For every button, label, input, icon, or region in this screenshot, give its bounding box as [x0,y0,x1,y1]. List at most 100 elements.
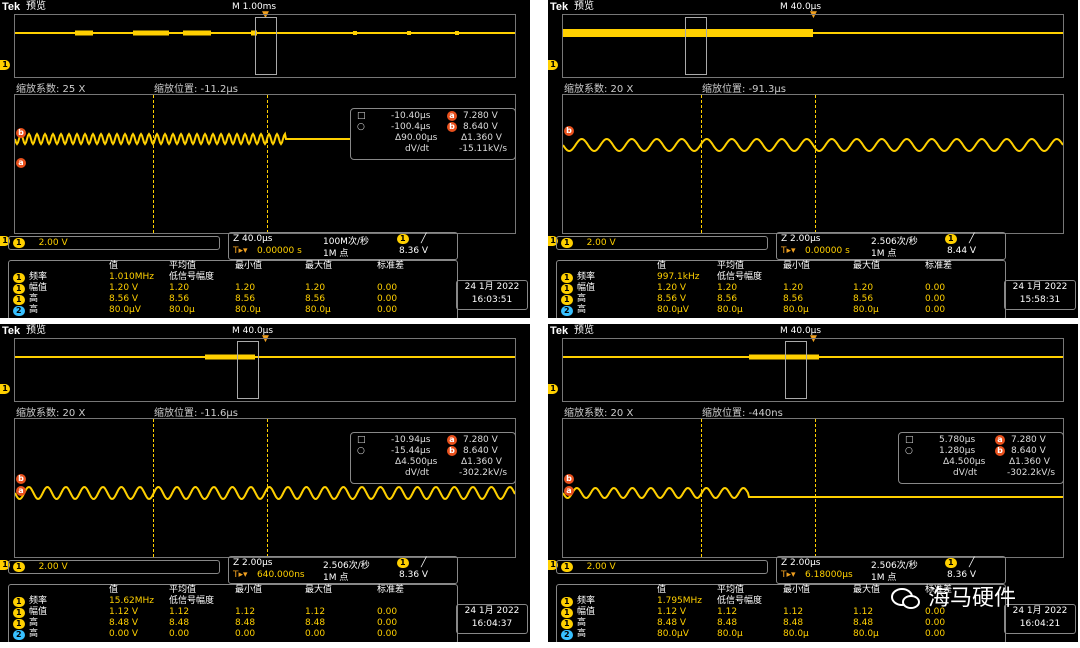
channel-chip: 1 [561,284,573,294]
cursor-b-marker: b [564,126,574,136]
zoom-position-label: 缩放位置: -440ns [702,408,783,419]
measurement-table: 值平均值 最小值 最大值 标准差 低信号幅度 1 频率 1.010MHz 1 幅值 1.20 V 1.… [8,260,458,318]
brand-logo: Tek [2,325,21,337]
date-label: 24 1月 2022 [464,282,520,292]
channel1-chip: 1 [561,238,573,248]
zoom-bar: 缩放系数: 20 X 缩放位置: -11.6μs [14,404,516,419]
measurement-name: 高 [29,305,39,315]
cursor-line-a[interactable] [701,419,702,557]
cursor-time-a: 5.780μs [939,435,976,445]
overview-trace [563,29,1063,37]
measurement-max: 1.20 [853,283,874,293]
column-header: 标准差 [925,261,953,271]
zoom-factor-label: 缩放系数: 20 X [564,84,634,95]
measurement-value: 1.010MHz [109,272,155,282]
measurement-row[interactable]: 1 高 8.56 V 8.56 8.56 8.56 0.00 [13,294,453,305]
delta-time: Δ4.500μs [395,457,438,467]
measurement-name: 高 [29,618,39,628]
dvdt-label: dV/dt [953,468,978,478]
cursor-volt-a: 7.280 V [1011,435,1046,445]
cursor-line-a[interactable] [701,95,702,233]
zoom-box[interactable] [785,341,807,399]
measurement-row[interactable]: 2 高 0.00 V 0.00 0.00 0.00 0.00 [13,629,453,640]
cursor-line-a[interactable] [153,419,154,557]
channel1-scale[interactable]: 1 2.00 V [556,236,768,250]
cursor-b-marker: b [16,128,26,138]
measurement-row[interactable]: 2 高 80.0μV 80.0μ 80.0μ 80.0μ 0.00 [13,305,453,316]
overview-burst [749,354,819,360]
measurement-header: 值 平均值 最小值 最大值 标准差 [561,261,1001,272]
zoom-factor-label: 缩放系数: 20 X [564,408,634,419]
measurement-row[interactable]: 1 高 8.48 V 8.48 8.48 8.48 0.00 [561,618,1001,629]
measurement-row[interactable]: 1 高 8.56 V 8.56 8.56 8.56 0.00 [561,294,1001,305]
zoom-box[interactable] [255,17,277,75]
measurement-mean: 1.12 [169,607,190,617]
trace-path [15,485,515,501]
cursor-line-b[interactable] [267,95,268,233]
delta-time: Δ4.500μs [943,457,986,467]
measurement-mean: 80.0μ [717,305,743,315]
measurement-row[interactable]: 1 频率 15.62MHz [13,596,453,607]
brand-logo: Tek [550,1,569,13]
measurement-row[interactable]: 1 幅值 1.20 V 1.20 1.20 1.20 0.00 [561,283,1001,294]
channel-chip: 1 [561,619,573,629]
channel1-scale[interactable]: 1 2.00 V [8,236,220,250]
zoom-bar: 缩放系数: 20 X 缩放位置: -440ns [562,404,1064,419]
date-time: 24 1月 2022 16:03:51 [456,280,528,310]
measurement-value: 80.0μV [657,305,689,315]
measurement-name: 频率 [577,272,596,282]
measurement-value: 80.0μV [109,305,141,315]
measurement-value: 1.12 V [109,607,139,617]
measurement-min: 8.48 [235,618,256,628]
dvdt-label: dV/dt [405,468,430,478]
measurement-row[interactable]: 1 幅值 1.12 V 1.12 1.12 1.12 0.00 [13,607,453,618]
zoom-box[interactable] [237,341,259,399]
dvdt-value: -302.2kV/s [1007,468,1056,478]
channel1-scale[interactable]: 1 2.00 V [556,560,768,574]
measurement-row[interactable]: 1 高 8.48 V 8.48 8.48 8.48 0.00 [13,618,453,629]
overview-burst [75,30,93,36]
cursor-b-chip: b [447,446,457,456]
cursor-row: dV/dt -15.11kV/s [351,144,515,155]
column-header: 平均值 [717,261,745,271]
cursor-line-b[interactable] [815,419,816,557]
measurement-row[interactable]: 2 高 80.0μV 80.0μ 80.0μ 80.0μ 0.00 [561,629,1001,640]
measurement-row[interactable]: 1 幅值 1.20 V 1.20 1.20 1.20 0.00 [13,283,453,294]
measurement-mean: 1.20 [169,283,190,293]
overview-window [562,14,1064,78]
column-header: 标准差 [377,585,405,595]
zoom-box[interactable] [685,17,707,75]
measurement-mean: 80.0μ [717,629,743,639]
measurement-value: 8.48 V [109,618,139,628]
measurement-row[interactable]: 2 高 80.0μV 80.0μ 80.0μ 80.0μ 0.00 [561,305,1001,316]
measurement-std: 0.00 [925,294,946,304]
cursor-a-chip: a [447,435,457,445]
measurement-name: 高 [29,629,39,639]
measurement-max: 80.0μ [305,305,331,315]
cursor-row: Δ4.500μs Δ1.360 V [899,457,1063,468]
dvdt-value: -15.11kV/s [459,144,508,154]
delta-volt: Δ1.360 V [1009,457,1050,467]
cursor-row: Δ4.500μs Δ1.360 V [351,457,515,468]
cursor-b-marker: b [16,474,26,484]
measurement-name: 高 [29,294,39,304]
cursor-line-b[interactable] [815,95,816,233]
cursor-line-a[interactable] [153,95,154,233]
timebase-label[interactable]: M 1.00ms [232,0,276,14]
channel-chip: 1 [13,597,25,607]
measurement-row[interactable]: 1 频率 1.010MHz [13,272,453,283]
channel-chip: 1 [13,619,25,629]
title-bar: Tek 预览 M 40.0μs ▼ [548,324,1078,344]
measurement-value: 1.795MHz [657,596,703,606]
trigger-position: 6.18000μs [805,570,853,580]
measurement-mean: 8.56 [169,294,190,304]
trigger-position-icon: T▸▾ [781,570,796,580]
trigger-position: 0.00000 s [805,246,850,256]
trigger-channel-chip: 1 [397,234,409,244]
trigger-level: 8.36 V [399,246,429,256]
measurement-std: 0.00 [925,618,946,628]
cursor-line-b[interactable] [267,419,268,557]
overview-burst [133,30,169,36]
channel1-scale[interactable]: 1 2.00 V [8,560,220,574]
measurement-row[interactable]: 1 频率 997.1kHz [561,272,1001,283]
